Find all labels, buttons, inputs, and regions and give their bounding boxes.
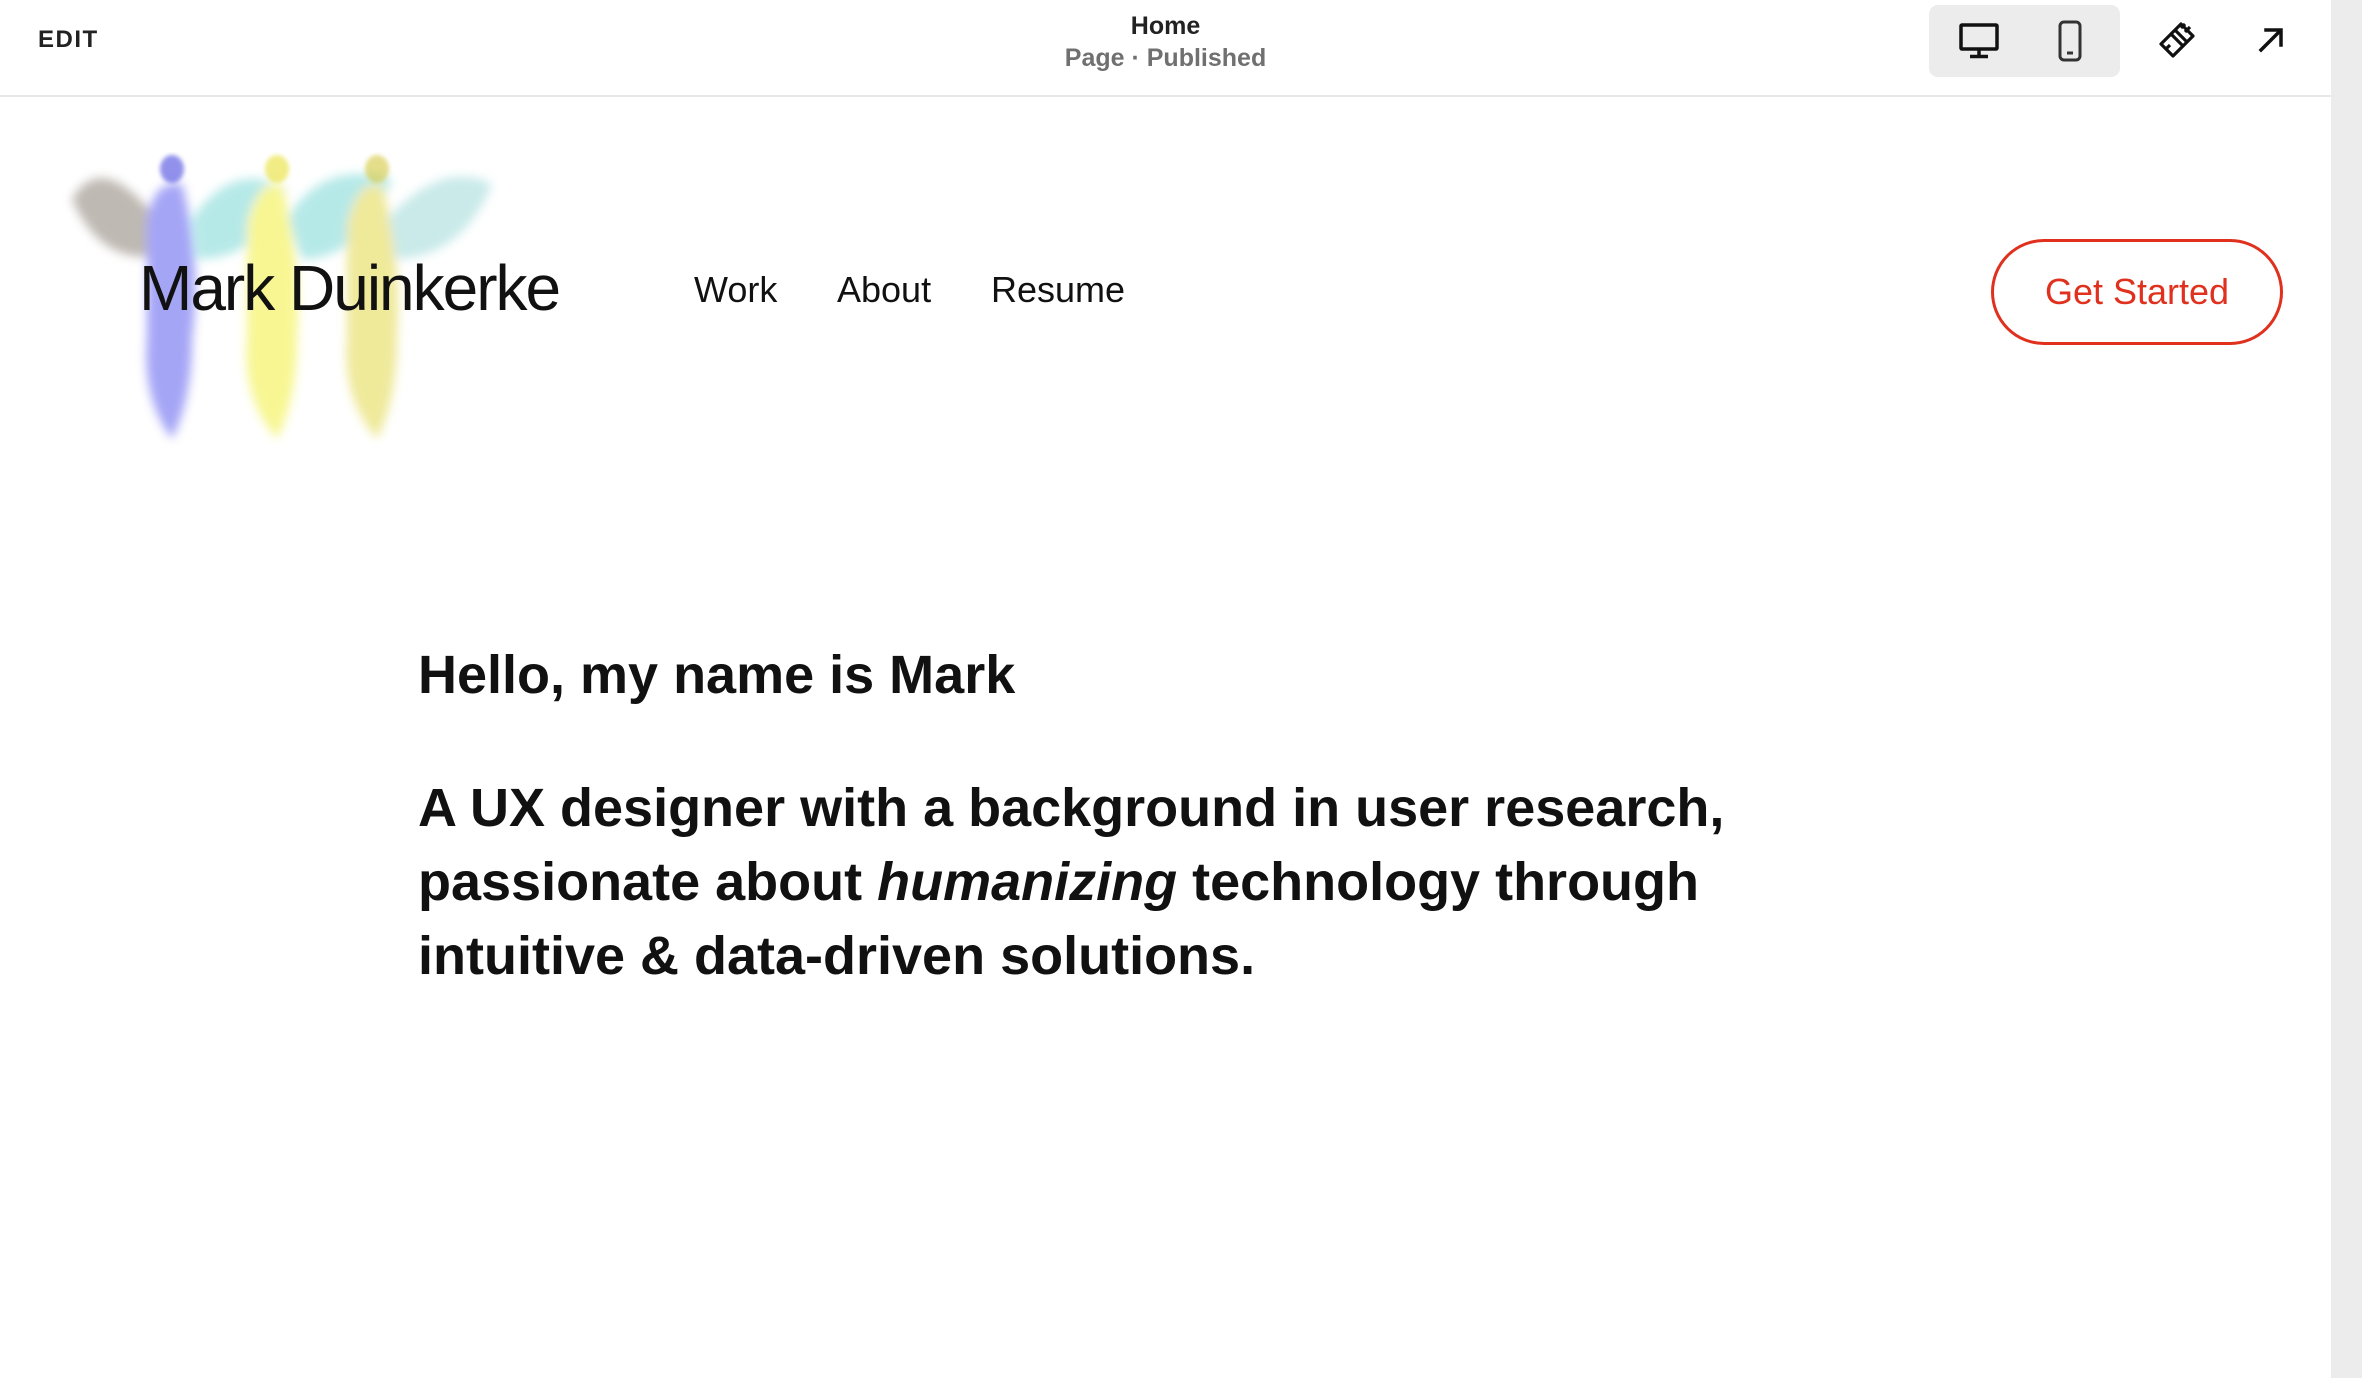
mobile-phone-icon (2058, 20, 2081, 62)
desktop-view-button[interactable] (1933, 9, 2024, 73)
arrow-up-right-icon (2258, 28, 2283, 53)
hero-greeting: Hello, my name is Mark (418, 645, 1016, 705)
page-scrollbar[interactable] (2331, 0, 2362, 1378)
intro-emphasis: humanizing (877, 852, 1178, 912)
paintbrush-icon (2159, 22, 2195, 58)
nav-item-work[interactable]: Work (694, 269, 777, 311)
site-logo-text[interactable]: Mark Duinkerke (139, 251, 561, 325)
get-started-button[interactable]: Get Started (1991, 239, 2283, 345)
nav-item-resume[interactable]: Resume (991, 269, 1125, 311)
hero-intro: A UX designer with a background in user … (418, 771, 1918, 993)
hero-content: Hello, my name is Mark A UX designer wit… (418, 639, 1918, 993)
mobile-view-button[interactable] (2024, 9, 2115, 73)
exit-editor-button[interactable] (2243, 12, 2299, 68)
editor-toolbar: EDIT Home Page · Published (0, 0, 2331, 97)
desktop-monitor-icon (1958, 23, 1999, 59)
site-styles-button[interactable] (2149, 12, 2205, 68)
device-preview-toggle (1929, 5, 2120, 77)
nav-item-about[interactable]: About (837, 269, 931, 311)
site-preview: Mark Duinkerke Work About Resume Get Sta… (0, 99, 2331, 1378)
